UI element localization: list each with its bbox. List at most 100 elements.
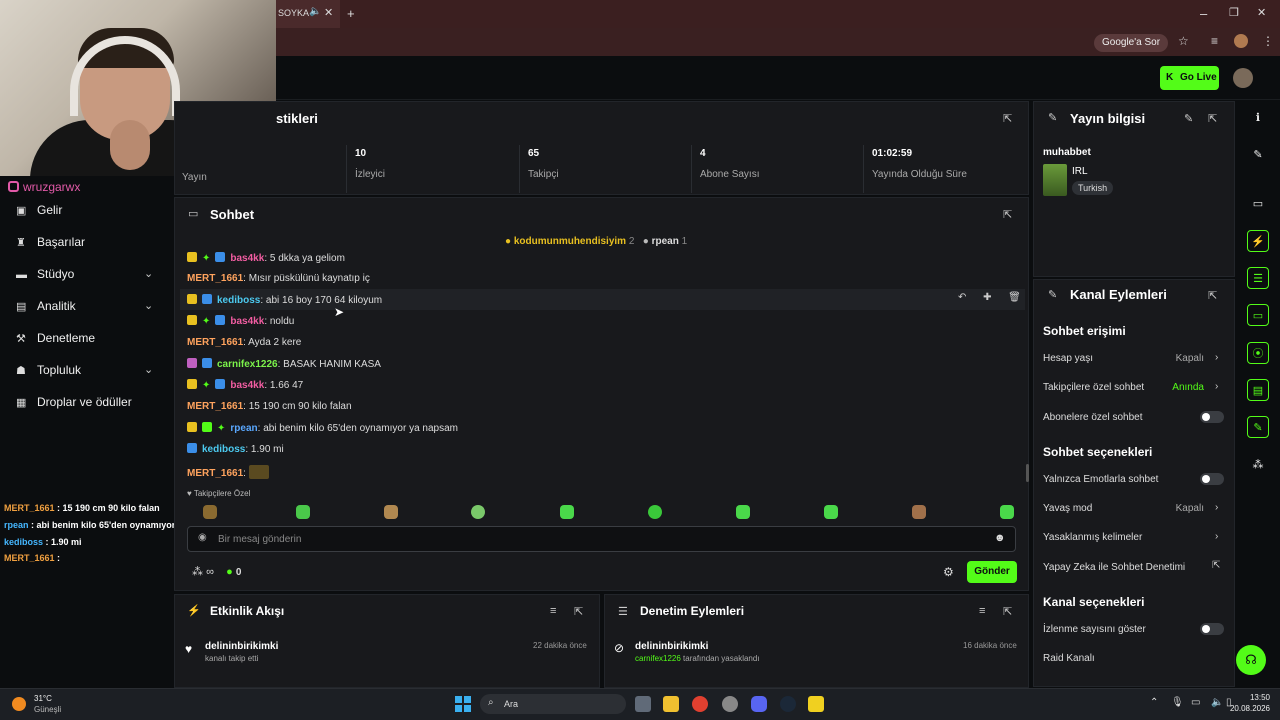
emote-item[interactable] — [648, 505, 662, 519]
delete-icon[interactable]: 🗑 — [1008, 292, 1021, 303]
user-avatar[interactable] — [1233, 68, 1253, 88]
layout-icon[interactable]: ▭ — [1247, 193, 1269, 215]
taskbar-time[interactable]: 13:50 — [1240, 693, 1270, 702]
microphone-icon[interactable]: 🎙 — [1171, 697, 1184, 708]
more-icon[interactable]: ⁂ — [1247, 454, 1269, 476]
chat-username[interactable]: kediboss — [202, 444, 245, 455]
sidebar-item-basarilar[interactable]: ♜ Başarılar — [16, 235, 85, 255]
chat-icon[interactable]: ▭ — [1247, 304, 1269, 326]
popout-icon[interactable]: ⇱ — [1208, 112, 1217, 125]
mod-action-user[interactable]: delininbirikimki — [635, 641, 708, 652]
sidebar-item-studyo[interactable]: ▬ Stüdyo ⌄ — [16, 267, 166, 287]
activity-user[interactable]: delininbirikimki — [205, 641, 278, 652]
edit-icon[interactable]: ✎ — [1247, 144, 1269, 166]
sidebar-item-denetleme[interactable]: ⚒ Denetleme — [16, 331, 95, 351]
browser-menu-icon[interactable]: ⋮ — [1262, 34, 1274, 48]
wrench-icon[interactable]: ✎ — [1247, 416, 1269, 438]
chat-input[interactable]: ◉ Bir mesaj gönderin ☻ — [187, 526, 1016, 552]
chevron-right-icon[interactable]: › — [1215, 531, 1218, 542]
chat-username[interactable]: MERT_1661 — [187, 468, 243, 479]
emote-item[interactable] — [560, 505, 574, 519]
emote-item[interactable] — [912, 505, 926, 519]
browser-profile-avatar[interactable] — [1234, 34, 1248, 48]
category-thumbnail[interactable] — [1043, 164, 1067, 196]
emote-item[interactable] — [296, 505, 310, 519]
taskbar-date[interactable]: 20.08.2026 — [1222, 704, 1270, 713]
gifter-name[interactable]: rpean — [652, 236, 679, 247]
chat-username[interactable]: bas4kk — [230, 253, 264, 264]
emoji-icon[interactable]: ☻ — [994, 532, 1006, 544]
bolt-icon[interactable]: ⚡ — [1247, 230, 1269, 252]
chrome-icon[interactable] — [692, 696, 708, 712]
file-explorer-icon[interactable] — [663, 696, 679, 712]
popout-icon[interactable]: ⇱ — [1003, 605, 1012, 618]
broadcast-icon[interactable]: ⦿ — [1247, 342, 1269, 364]
popout-icon[interactable]: ⇱ — [1003, 112, 1012, 125]
sidebar-item-droplar[interactable]: ▦ Droplar ve ödüller — [16, 395, 132, 415]
info-icon[interactable]: ℹ — [1247, 107, 1269, 129]
google-ask-button[interactable]: Google'a Sor — [1094, 34, 1169, 52]
discord-icon[interactable] — [751, 696, 767, 712]
sidebar-item-analitik[interactable]: ▤ Analitik ⌄ — [16, 299, 166, 319]
maximize-icon[interactable]: ❐ — [1229, 6, 1239, 19]
popout-icon[interactable]: ⇱ — [574, 605, 583, 618]
emote-only-toggle[interactable] — [1200, 473, 1224, 485]
go-live-button[interactable]: K Go Live — [1160, 66, 1219, 90]
window-close-icon[interactable]: ✕ — [1257, 6, 1266, 19]
category-name[interactable]: IRL — [1072, 166, 1088, 177]
subscribers-only-toggle[interactable] — [1200, 411, 1224, 423]
chat-username[interactable]: kediboss — [217, 295, 260, 306]
emote-item[interactable] — [384, 505, 398, 519]
emote-item[interactable] — [471, 505, 485, 519]
chat-username[interactable]: MERT_1661 — [187, 401, 243, 412]
chevron-right-icon[interactable]: › — [1215, 502, 1218, 513]
windows-start-icon[interactable] — [455, 696, 471, 712]
emote-item[interactable] — [1000, 505, 1014, 519]
filter-icon[interactable]: ≡ — [979, 605, 985, 617]
banned-words-label[interactable]: Yasaklanmış kelimeler — [1043, 532, 1142, 543]
filter-icon[interactable]: ≡ — [550, 605, 556, 617]
show-viewer-count-toggle[interactable] — [1200, 623, 1224, 635]
speaker-icon[interactable]: 🔈 — [309, 6, 321, 17]
slow-mode-label[interactable]: Yavaş mod — [1043, 503, 1092, 514]
tray-chevron-icon[interactable]: ⌃ — [1150, 697, 1158, 708]
tab-close-icon[interactable]: ✕ — [324, 6, 333, 19]
pin-icon[interactable]: ✚ — [983, 292, 991, 303]
sidebar-item-topluluk[interactable]: ☗ Topluluk ⌄ — [16, 363, 166, 383]
timeout-icon[interactable]: ↶ — [958, 292, 966, 303]
edit-icon[interactable]: ✎ — [1184, 112, 1193, 125]
gifter-name[interactable]: kodumunmuhendisiyim — [514, 236, 626, 247]
emote-item[interactable] — [203, 505, 217, 519]
external-link-icon[interactable]: ⇱ — [1212, 560, 1220, 571]
reading-list-icon[interactable]: ≡ — [1211, 34, 1218, 48]
minimize-icon[interactable]: – — [1200, 6, 1207, 21]
ai-moderation-label[interactable]: Yapay Zeka ile Sohbet Denetimi — [1043, 562, 1185, 573]
account-age-label[interactable]: Hesap yaşı — [1043, 353, 1093, 364]
sidebar-item-gelir[interactable]: ▣ Gelir — [16, 203, 62, 223]
chat-username[interactable]: MERT_1661 — [187, 273, 243, 284]
mod-icon[interactable]: ▤ — [1247, 379, 1269, 401]
bookmark-star-icon[interactable]: ☆ — [1178, 34, 1189, 48]
chat-scrollbar[interactable] — [1026, 464, 1029, 482]
mod-action-actor[interactable]: carnifex1226 — [635, 654, 681, 663]
chat-username[interactable]: bas4kk — [230, 380, 264, 391]
chat-username[interactable]: bas4kk — [230, 316, 264, 327]
new-tab-icon[interactable]: + — [347, 6, 355, 21]
chat-username[interactable]: carnifex1226 — [217, 359, 278, 370]
taskbar-search[interactable]: ⌕ Ara — [480, 694, 626, 714]
display-icon[interactable]: ▭ — [1191, 697, 1200, 708]
chat-username[interactable]: rpean — [230, 423, 257, 434]
support-icon[interactable]: ☊ — [1236, 645, 1266, 675]
chat-username[interactable]: MERT_1661 — [187, 337, 243, 348]
popout-icon[interactable]: ⇱ — [1003, 208, 1012, 221]
send-button[interactable]: Gönder — [967, 561, 1017, 583]
followers-only-chat-label[interactable]: Takipçilere özel sohbet — [1043, 382, 1144, 393]
chevron-right-icon[interactable]: › — [1215, 381, 1218, 392]
steam-icon[interactable] — [780, 696, 796, 712]
chat-settings-icon[interactable]: ⚙ — [943, 565, 954, 579]
list-icon[interactable]: ☰ — [1247, 267, 1269, 289]
raid-channel-label[interactable]: Raid Kanalı — [1043, 653, 1095, 664]
task-view-icon[interactable] — [635, 696, 651, 712]
weather-temp[interactable]: 31°C — [34, 694, 52, 703]
app-icon[interactable] — [722, 696, 738, 712]
